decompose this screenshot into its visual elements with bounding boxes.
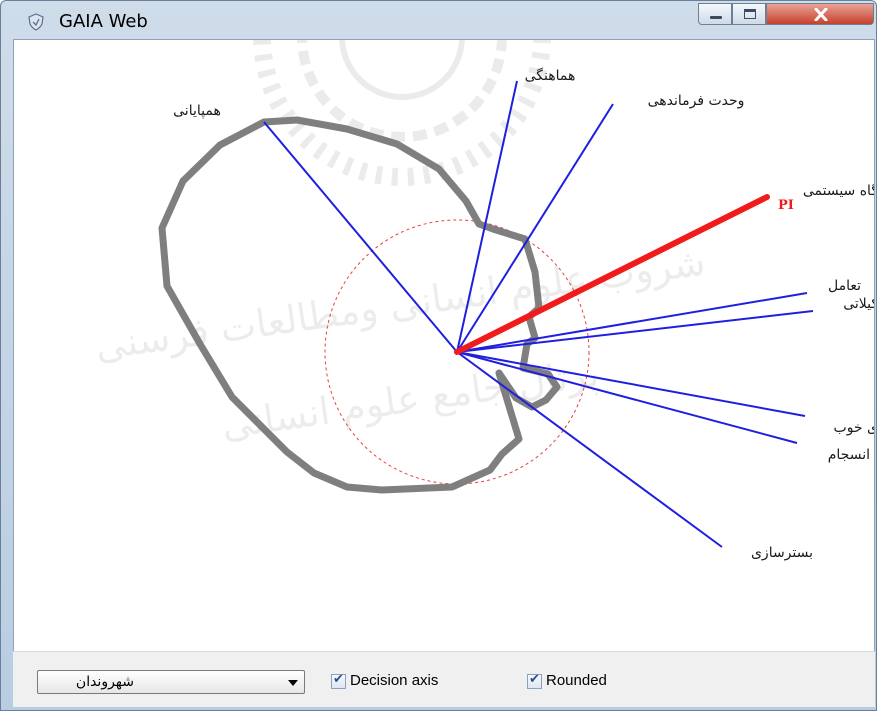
gaia-plot-area: شروب علوم انسانی ومطالعات فرسنی پرتال جا… <box>13 39 875 707</box>
minimize-icon <box>710 16 722 19</box>
decision-axis-label[interactable]: Decision axis <box>350 672 438 689</box>
maximize-button[interactable] <box>732 3 766 25</box>
close-icon <box>814 8 828 21</box>
criterion-label-tashkilati: کیلاتی <box>843 296 874 312</box>
watermark-text-line1: شروب علوم انسانی ومطالعات فرسنی <box>92 240 708 370</box>
criterion-label-hampayani: همپایانی <box>173 103 221 119</box>
pi-label: PI <box>778 198 794 213</box>
gaia-window: GAIA Web شروب علوم انسانی ومطالعات فرسنی… <box>0 0 877 711</box>
rounded-label[interactable]: Rounded <box>546 672 607 689</box>
gaia-plane[interactable]: شروب علوم انسانی ومطالعات فرسنی پرتال جا… <box>14 40 874 652</box>
window-title: GAIA Web <box>59 11 148 32</box>
scenario-select[interactable]: شهروندان <box>37 670 305 694</box>
checkbox-checked-icon[interactable] <box>331 672 346 689</box>
chevron-down-icon[interactable] <box>288 680 298 686</box>
criterion-label-vahdat: وحدت فرماندهی <box>648 93 745 109</box>
close-button[interactable] <box>766 3 874 25</box>
criterion-label-bastarsazi: بسترسازی <box>751 545 813 561</box>
checkbox-checked-icon[interactable] <box>527 672 542 689</box>
axis-tashkilati <box>456 310 814 353</box>
app-shield-icon <box>28 13 44 31</box>
control-bar: شهروندان Decision axis Rounded <box>13 651 875 707</box>
title-bar[interactable]: GAIA Web <box>1 1 877 39</box>
minimize-button[interactable] <box>698 3 732 25</box>
criterion-label-khub: ی خوب <box>834 420 874 436</box>
scenario-select-value: شهروندان <box>75 674 134 690</box>
criterion-label-taamol: تعامل <box>828 278 861 294</box>
criterion-label-ensejam: انسجام <box>828 447 870 463</box>
criterion-label-hamahangi: هماهنگی <box>525 67 576 84</box>
criterion-label-systemic: گاه سیستمی <box>803 182 874 199</box>
maximize-icon <box>744 9 756 19</box>
